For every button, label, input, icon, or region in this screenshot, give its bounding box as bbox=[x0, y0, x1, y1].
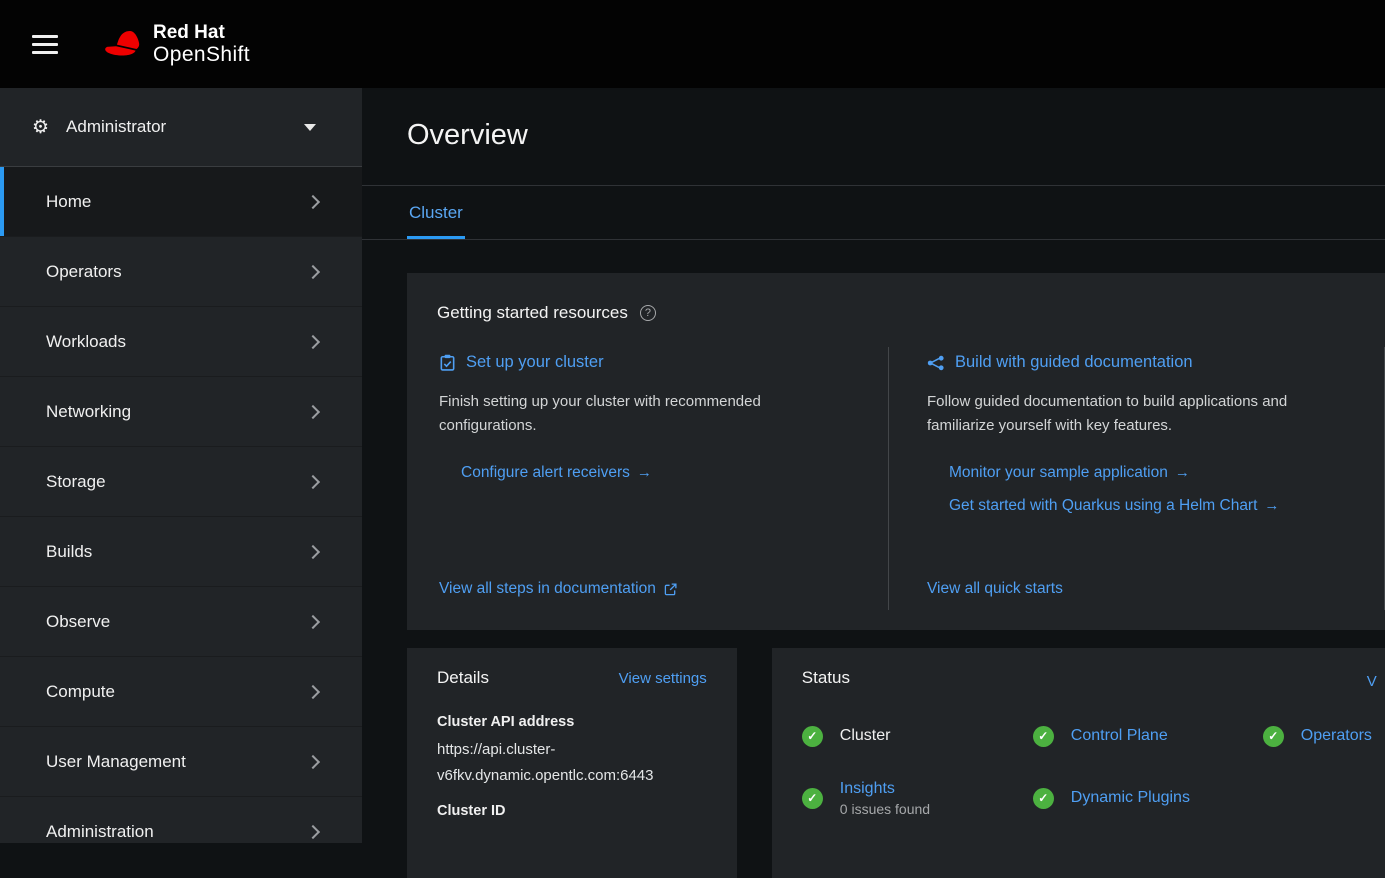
dynamic-plugins-link[interactable]: Dynamic Plugins bbox=[1071, 789, 1190, 807]
details-title: Details bbox=[437, 668, 489, 688]
caret-down-icon bbox=[304, 124, 316, 131]
check-circle-icon bbox=[1263, 726, 1284, 747]
page-header: Overview bbox=[362, 88, 1385, 186]
arrow-right-icon bbox=[1264, 497, 1279, 515]
sidebar-item-label: Administration bbox=[46, 822, 154, 842]
check-circle-icon bbox=[802, 788, 823, 809]
chevron-right-icon bbox=[306, 334, 320, 348]
status-item-operators: Operators bbox=[1263, 714, 1385, 758]
status-item-cluster: Cluster bbox=[802, 714, 1033, 758]
sidebar-item-networking[interactable]: Networking bbox=[0, 377, 362, 447]
status-item-dynamic-plugins: Dynamic Plugins bbox=[1033, 776, 1263, 820]
sidebar-item-workloads[interactable]: Workloads bbox=[0, 307, 362, 377]
status-grid: Cluster Control Plane Operators Insights bbox=[802, 714, 1385, 820]
nav-toggle-button[interactable] bbox=[32, 35, 58, 54]
status-item-insights: Insights 0 issues found bbox=[802, 776, 1033, 820]
check-circle-icon bbox=[1033, 788, 1054, 809]
sidebar-item-compute[interactable]: Compute bbox=[0, 657, 362, 727]
sidebar-item-label: Compute bbox=[46, 682, 115, 702]
sidebar-item-operators[interactable]: Operators bbox=[0, 237, 362, 307]
status-title: Status bbox=[802, 668, 850, 688]
main-content: Overview Cluster Getting started resourc… bbox=[362, 88, 1385, 878]
sidebar-item-label: Home bbox=[46, 192, 91, 212]
redhat-fedora-icon bbox=[104, 30, 144, 58]
chevron-right-icon bbox=[306, 614, 320, 628]
arrow-right-icon bbox=[637, 464, 652, 482]
sidebar-item-label: User Management bbox=[46, 752, 186, 772]
guided-documentation-heading: Build with guided documentation bbox=[955, 353, 1193, 372]
view-settings-link[interactable]: View settings bbox=[619, 670, 707, 687]
cluster-api-address-label: Cluster API address bbox=[437, 714, 707, 730]
tab-bar: Cluster bbox=[362, 186, 1385, 240]
gear-icon bbox=[32, 116, 49, 139]
check-circle-icon bbox=[1033, 726, 1054, 747]
sidebar-item-label: Observe bbox=[46, 612, 110, 632]
chevron-right-icon bbox=[306, 544, 320, 558]
details-card: Details View settings Cluster API addres… bbox=[407, 648, 737, 878]
view-all-steps-link[interactable]: View all steps in documentation bbox=[439, 580, 858, 598]
external-link-icon bbox=[664, 583, 677, 596]
getting-started-card: Getting started resources Set bbox=[407, 273, 1385, 630]
chevron-right-icon bbox=[306, 404, 320, 418]
product-name: OpenShift bbox=[153, 43, 250, 67]
sidebar-item-administration[interactable]: Administration bbox=[0, 797, 362, 843]
getting-started-title: Getting started resources bbox=[437, 303, 628, 323]
sidebar-item-label: Operators bbox=[46, 262, 122, 282]
status-item-control-plane: Control Plane bbox=[1033, 714, 1263, 758]
sidebar-item-observe[interactable]: Observe bbox=[0, 587, 362, 657]
brand-logo: Red Hat OpenShift bbox=[104, 22, 250, 67]
setup-cluster-description: Finish setting up your cluster with reco… bbox=[439, 390, 801, 438]
perspective-label: Administrator bbox=[66, 117, 166, 137]
page-title: Overview bbox=[407, 119, 1385, 152]
cluster-api-address-value: https://api.cluster-v6fkv.dynamic.opentl… bbox=[437, 737, 707, 788]
chevron-right-icon bbox=[306, 194, 320, 208]
sidebar-item-user-management[interactable]: User Management bbox=[0, 727, 362, 797]
chevron-right-icon bbox=[306, 754, 320, 768]
help-icon[interactable] bbox=[640, 305, 656, 321]
overview-dashboard: Getting started resources Set bbox=[362, 240, 1385, 878]
monitor-sample-application-link[interactable]: Monitor your sample application bbox=[949, 464, 1354, 482]
clipboard-check-icon bbox=[439, 354, 456, 371]
tab-cluster[interactable]: Cluster bbox=[407, 189, 465, 239]
chevron-right-icon bbox=[306, 684, 320, 698]
chevron-right-icon bbox=[306, 474, 320, 488]
check-circle-icon bbox=[802, 726, 823, 747]
setup-cluster-heading: Set up your cluster bbox=[466, 353, 604, 372]
sidebar-item-label: Workloads bbox=[46, 332, 126, 352]
arrow-right-icon bbox=[1175, 464, 1190, 482]
chevron-right-icon bbox=[306, 264, 320, 278]
guided-documentation-description: Follow guided documentation to build app… bbox=[927, 390, 1325, 438]
sidebar: Administrator Home Operators Workloads N… bbox=[0, 88, 362, 843]
perspective-switcher[interactable]: Administrator bbox=[0, 88, 362, 167]
setup-cluster-section: Set up your cluster Finish setting up yo… bbox=[431, 347, 889, 610]
sidebar-item-storage[interactable]: Storage bbox=[0, 447, 362, 517]
getting-started-header: Getting started resources bbox=[437, 303, 1385, 323]
operators-link[interactable]: Operators bbox=[1301, 727, 1372, 745]
brand-name: Red Hat bbox=[153, 22, 250, 43]
insights-link[interactable]: Insights bbox=[840, 780, 895, 797]
cluster-id-label: Cluster ID bbox=[437, 803, 707, 819]
view-all-quick-starts-link[interactable]: View all quick starts bbox=[927, 580, 1354, 598]
status-view-link-truncated[interactable]: V bbox=[1367, 673, 1377, 690]
guided-documentation-section: Build with guided documentation Follow g… bbox=[889, 347, 1385, 610]
top-bar: Red Hat OpenShift bbox=[0, 0, 1385, 88]
sidebar-item-label: Storage bbox=[46, 472, 106, 492]
route-icon bbox=[927, 355, 945, 371]
status-card: Status V Cluster Control Plane Operators bbox=[772, 648, 1385, 878]
sidebar-item-label: Networking bbox=[46, 402, 131, 422]
insights-issues-count: 0 issues found bbox=[840, 801, 930, 817]
quarkus-helm-chart-link[interactable]: Get started with Quarkus using a Helm Ch… bbox=[949, 497, 1354, 515]
sidebar-item-builds[interactable]: Builds bbox=[0, 517, 362, 587]
control-plane-link[interactable]: Control Plane bbox=[1071, 727, 1168, 745]
configure-alert-receivers-link[interactable]: Configure alert receivers bbox=[461, 464, 858, 482]
sidebar-item-home[interactable]: Home bbox=[0, 167, 362, 237]
sidebar-item-label: Builds bbox=[46, 542, 92, 562]
chevron-right-icon bbox=[306, 824, 320, 838]
